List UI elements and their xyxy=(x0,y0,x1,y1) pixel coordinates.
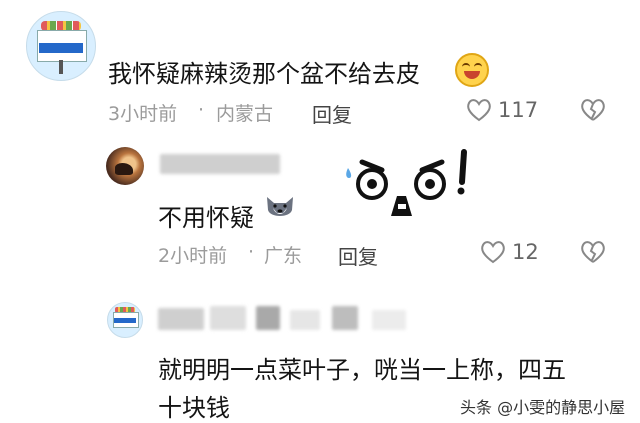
blurred-username xyxy=(290,310,320,330)
commenter-avatar[interactable] xyxy=(26,11,96,81)
avatar-art xyxy=(114,318,136,323)
reply-button[interactable]: 回复 xyxy=(312,99,352,128)
avatar-art xyxy=(59,60,63,74)
blurred-username xyxy=(372,310,406,330)
broken-heart-icon[interactable] xyxy=(580,240,606,264)
reply-button[interactable]: 回复 xyxy=(338,241,378,270)
blurred-username xyxy=(158,308,204,330)
comment-location: 广东 xyxy=(264,245,303,267)
heart-outline-icon[interactable] xyxy=(480,240,506,264)
blurred-username xyxy=(160,154,280,174)
like-count: 12 xyxy=(512,240,539,264)
watermark: 头条 @小雯的静思小屋 xyxy=(460,398,626,417)
meta-separator: · xyxy=(198,99,205,121)
blurred-username xyxy=(256,306,280,330)
heart-outline-icon[interactable] xyxy=(466,98,492,122)
comment-text-line: 就明明一点菜叶子，咣当一上称，四五 xyxy=(158,356,566,384)
meta-separator: · xyxy=(248,241,255,263)
comment-text-line: 十块钱 xyxy=(158,394,230,422)
broken-heart-icon[interactable] xyxy=(580,98,606,122)
comment-text: 我怀疑麻辣烫那个盆不给去皮 xyxy=(108,60,420,88)
grinning-emoji-icon xyxy=(455,53,489,87)
blurred-username xyxy=(210,306,246,330)
husky-emoji-icon xyxy=(264,194,296,222)
comment-location: 内蒙古 xyxy=(216,103,274,125)
comment-time: 3小时前 xyxy=(108,103,178,125)
blurred-username xyxy=(332,306,358,330)
comment-time: 2小时前 xyxy=(158,245,228,267)
commenter-avatar[interactable] xyxy=(107,302,143,338)
comment-text: 不用怀疑 xyxy=(158,204,254,232)
shocked-face-sticker xyxy=(340,146,480,232)
like-count: 117 xyxy=(498,98,539,122)
commenter-avatar[interactable] xyxy=(106,147,144,185)
avatar-art xyxy=(39,43,83,53)
avatar-art xyxy=(115,163,133,175)
